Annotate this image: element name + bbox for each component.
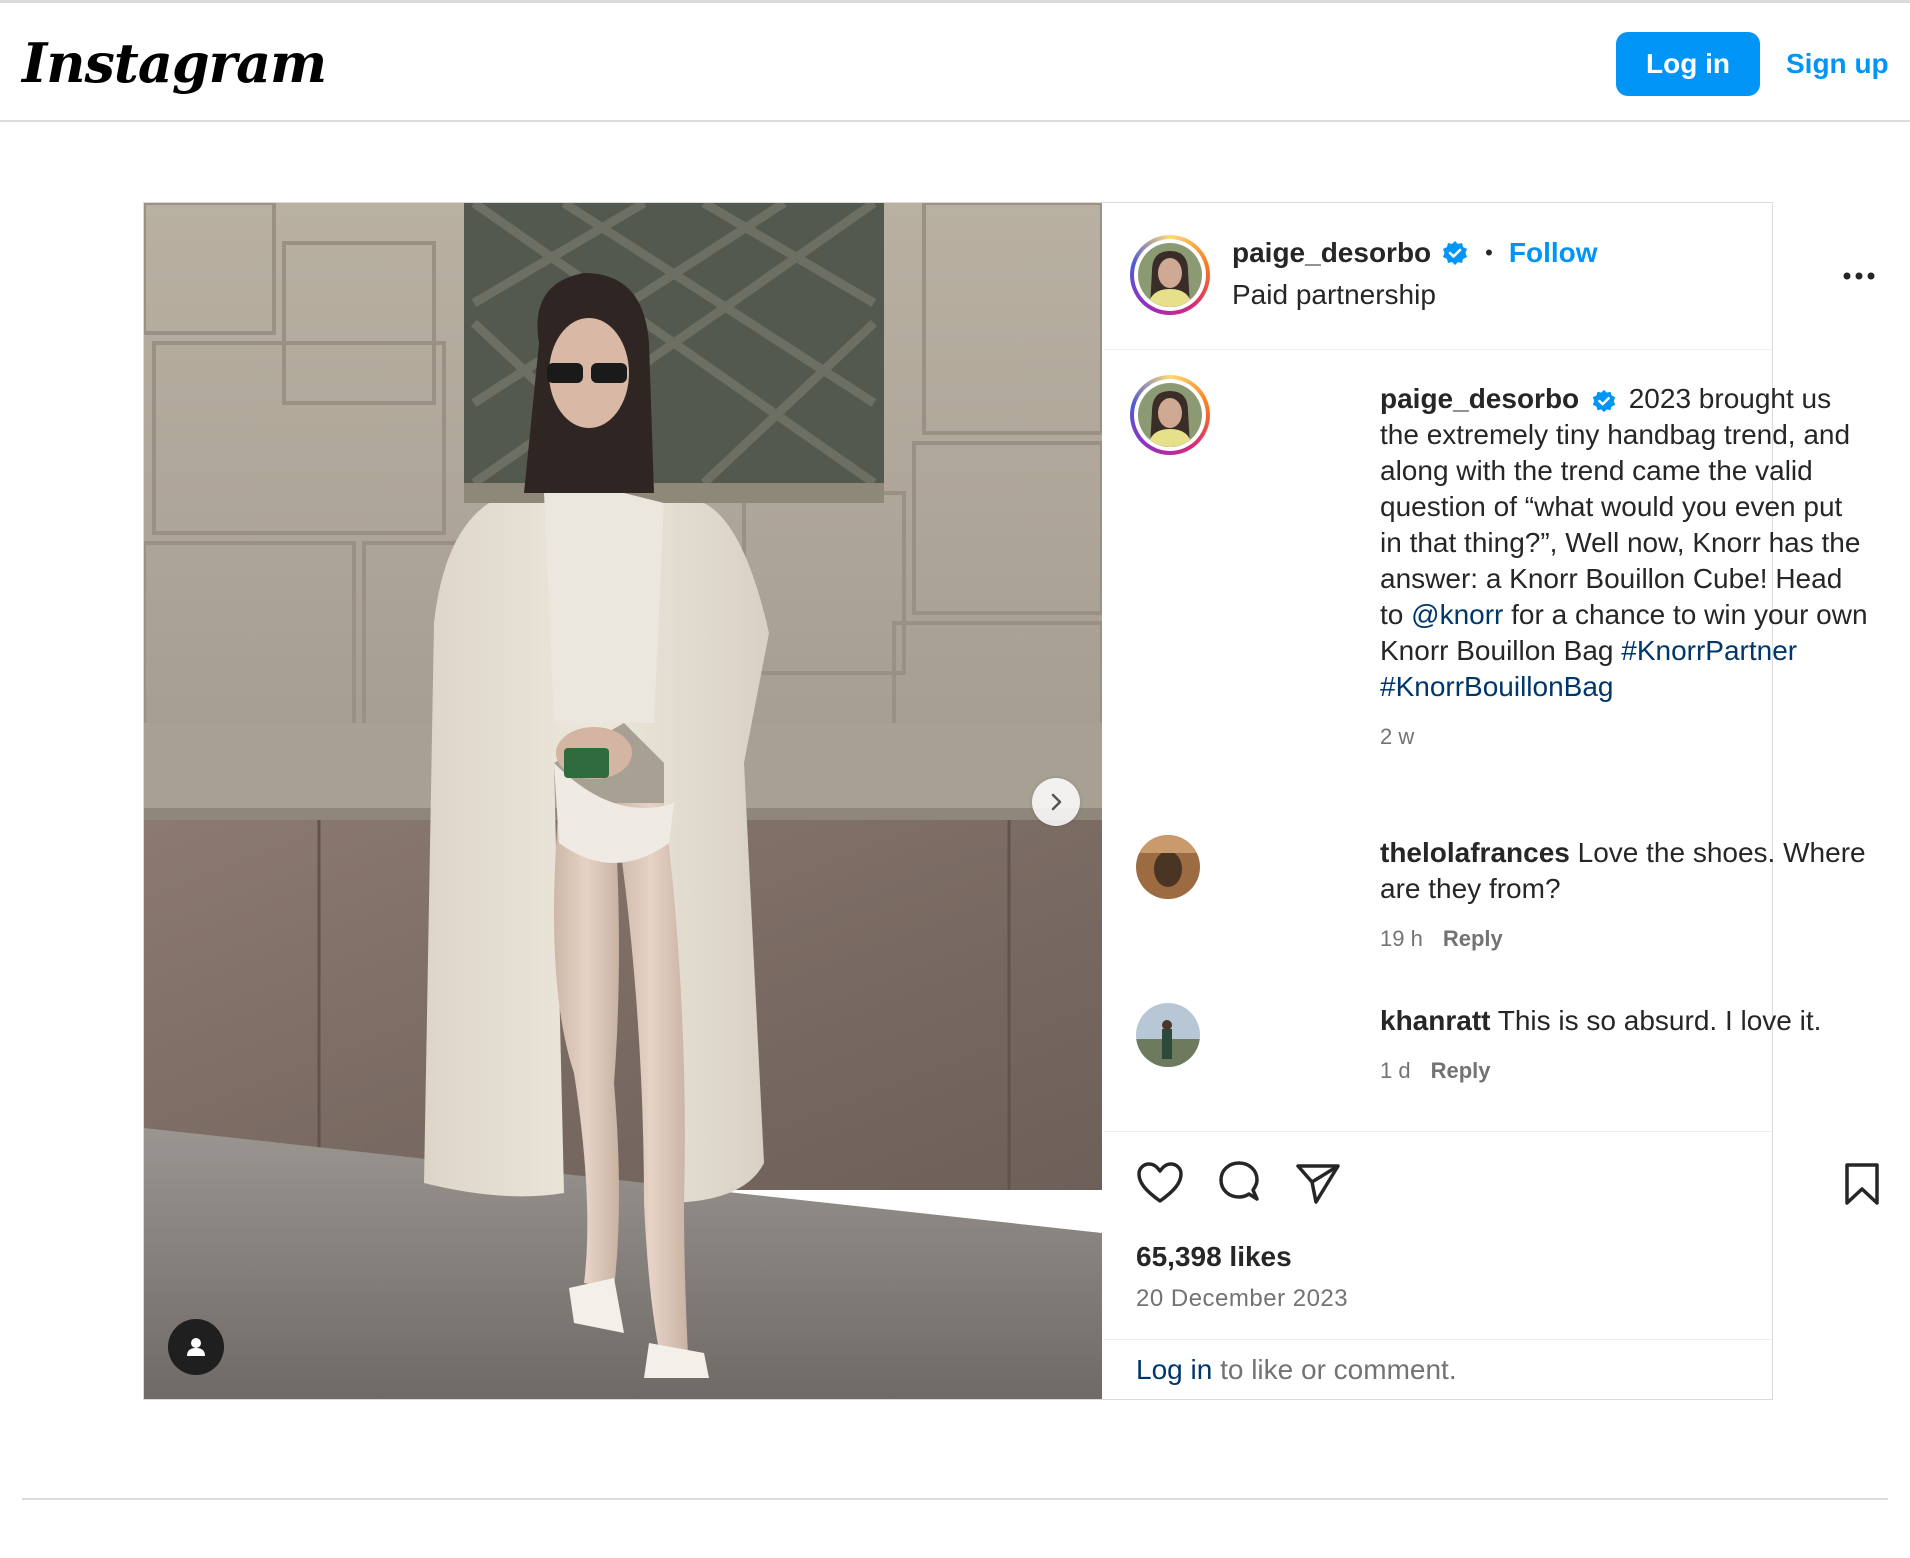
login-button[interactable]: Log in: [1616, 32, 1760, 96]
next-image-button[interactable]: [1032, 778, 1080, 826]
author-avatar[interactable]: [1130, 235, 1210, 315]
comment-item: thelolafrances Love the shoes. Where are…: [1380, 835, 1890, 957]
footer-divider: [22, 1498, 1888, 1500]
share-icon[interactable]: [1294, 1161, 1342, 1207]
mention-link[interactable]: @knorr: [1411, 599, 1503, 630]
login-link[interactable]: Log in: [1136, 1354, 1212, 1385]
comment-text: This is so absurd. I love it.: [1497, 1005, 1822, 1036]
commenter-avatar-image: [1136, 1003, 1200, 1067]
heart-icon[interactable]: [1136, 1161, 1184, 1205]
commenter-avatar[interactable]: [1136, 835, 1200, 899]
author-username[interactable]: paige_desorbo: [1232, 237, 1431, 269]
commenter-avatar[interactable]: [1136, 1003, 1200, 1067]
comment-username[interactable]: khanratt: [1380, 1005, 1490, 1036]
comment-timestamp[interactable]: 1 d: [1380, 1058, 1411, 1083]
caption-timestamp[interactable]: 2 w: [1380, 719, 1870, 755]
caption-avatar-image: [1138, 383, 1202, 447]
reply-button[interactable]: Reply: [1431, 1058, 1491, 1083]
follow-button[interactable]: Follow: [1509, 237, 1598, 269]
chevron-right-icon: [1051, 793, 1062, 811]
comment-timestamp[interactable]: 19 h: [1380, 926, 1423, 951]
verified-badge-icon: [1592, 389, 1616, 412]
comment-item: khanratt This is so absurd. I love it. 1…: [1380, 1003, 1890, 1089]
login-prompt: Log in to like or comment.: [1104, 1339, 1772, 1400]
dot-separator: •: [1485, 240, 1493, 265]
author-avatar-image: [1138, 243, 1202, 307]
instagram-logo[interactable]: Instagram: [22, 31, 327, 95]
reply-button[interactable]: Reply: [1443, 926, 1503, 951]
caption-author-avatar[interactable]: [1130, 375, 1210, 455]
caption-text-part1: 2023 brought us the extremely tiny handb…: [1380, 383, 1861, 630]
hashtag-link[interactable]: #KnorrBouillonBag: [1380, 671, 1614, 702]
post-card: paige_desorbo • Follow Paid partnership: [143, 202, 1879, 1400]
post-caption: paige_desorbo 2023 brought us the extrem…: [1380, 381, 1870, 755]
user-tag-icon: [187, 1338, 205, 1356]
signup-link[interactable]: Sign up: [1786, 32, 1889, 96]
login-prompt-text: to like or comment.: [1212, 1354, 1457, 1385]
likes-count[interactable]: 65,398 likes: [1136, 1241, 1292, 1273]
comment-username[interactable]: thelolafrances: [1380, 837, 1570, 868]
post-image[interactable]: [144, 203, 1102, 1399]
post-date[interactable]: 20 December 2023: [1136, 1285, 1348, 1313]
top-navbar: Instagram Log in Sign up: [0, 3, 1910, 122]
post-sidebar: paige_desorbo • Follow Paid partnership: [1104, 203, 1879, 1400]
more-options-icon[interactable]: [1842, 271, 1882, 281]
caption-username[interactable]: paige_desorbo: [1380, 383, 1579, 414]
tagged-users-button[interactable]: [168, 1319, 224, 1375]
verified-badge-icon: [1443, 241, 1468, 265]
post-photo: [144, 203, 1102, 1399]
post-header: paige_desorbo • Follow Paid partnership: [1104, 203, 1875, 350]
comment-icon[interactable]: [1215, 1159, 1263, 1207]
actions-divider: [1104, 1131, 1772, 1132]
commenter-avatar-image: [1136, 835, 1200, 899]
paid-partnership-label[interactable]: Paid partnership: [1232, 279, 1436, 311]
hashtag-link[interactable]: #KnorrPartner: [1621, 635, 1797, 666]
bookmark-icon[interactable]: [1842, 1161, 1882, 1207]
